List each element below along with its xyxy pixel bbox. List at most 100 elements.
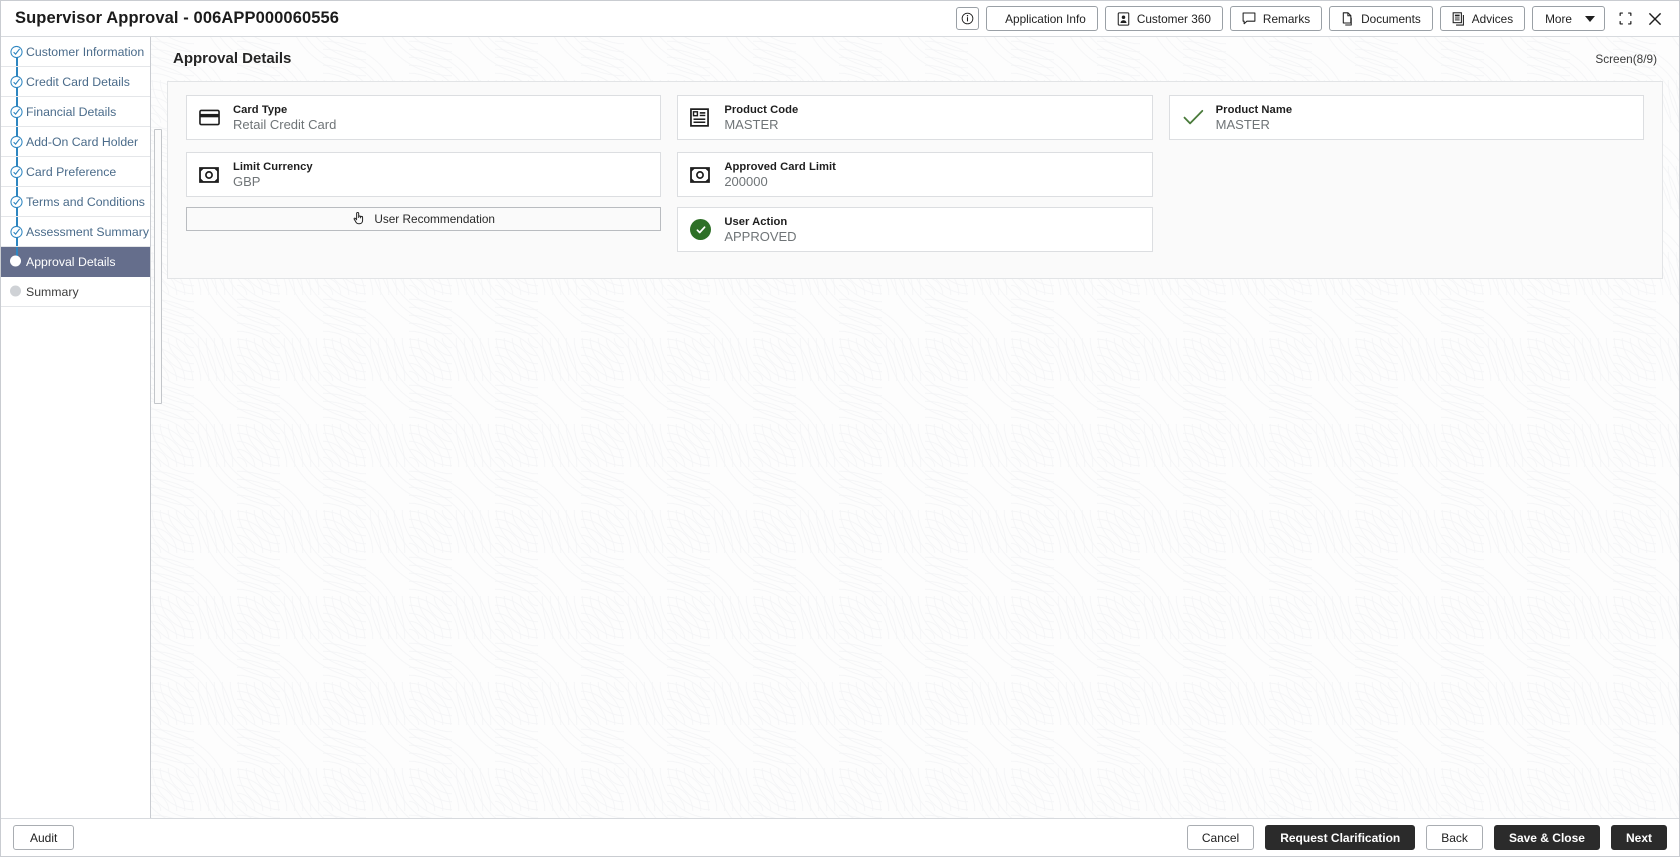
step-done-icon xyxy=(10,195,23,208)
approval-details-panel: Card Type Retail Credit Card Product Cod… xyxy=(167,81,1663,279)
sidebar-item-credit-card-details[interactable]: Credit Card Details xyxy=(1,67,150,97)
money-icon xyxy=(199,166,233,183)
request-clarification-button[interactable]: Request Clarification xyxy=(1265,825,1416,850)
product-code-field: Product Code MASTER xyxy=(677,95,1153,140)
remarks-button[interactable]: Remarks xyxy=(1229,6,1323,31)
limit-currency-field: Limit Currency GBP xyxy=(186,152,662,197)
body-container: Customer Information Credit Card Details xyxy=(1,37,1679,818)
money-icon xyxy=(690,166,724,183)
advices-icon xyxy=(1452,11,1465,26)
field-label: Approved Card Limit xyxy=(724,160,836,173)
field-value: MASTER xyxy=(1215,116,1270,132)
field-value: MASTER xyxy=(724,116,779,132)
green-check-circle-icon xyxy=(690,219,724,240)
customer-360-icon xyxy=(1117,11,1130,26)
footer-right-actions: Cancel Request Clarification Back Save &… xyxy=(1186,825,1667,850)
step-done-icon xyxy=(10,75,23,88)
content-header: Approval Details Screen(8/9) xyxy=(151,37,1679,67)
sidebar-item-assessment-summary[interactable]: Assessment Summary xyxy=(1,217,150,247)
card-type-field: Card Type Retail Credit Card xyxy=(186,95,662,140)
sidebar-item-label: Financial Details xyxy=(26,104,117,119)
sidebar-item-label: Add-On Card Holder xyxy=(26,134,139,149)
title-bar: Supervisor Approval - 006APP000060556 Ap… xyxy=(1,1,1679,37)
sidebar-item-label: Summary xyxy=(26,284,79,299)
close-icon xyxy=(1648,12,1662,25)
sidebar-item-add-on-card-holder[interactable]: Add-On Card Holder xyxy=(1,127,150,157)
documents-icon xyxy=(1341,11,1354,26)
sidebar-item-label: Card Preference xyxy=(26,164,117,179)
field-cell-empty xyxy=(1161,152,1652,207)
footer-bar: Audit Cancel Request Clarification Back … xyxy=(1,818,1679,856)
application-window: Supervisor Approval - 006APP000060556 Ap… xyxy=(0,0,1680,857)
sidebar-item-label: Credit Card Details xyxy=(26,74,130,89)
field-cell: Limit Currency GBP xyxy=(178,152,669,207)
sidebar-item-summary[interactable]: Summary xyxy=(1,277,150,307)
application-info-label: Application Info xyxy=(1005,11,1086,26)
fields-grid: Card Type Retail Credit Card Product Cod… xyxy=(178,95,1652,264)
sidebar-item-approval-details[interactable]: Approval Details xyxy=(1,247,150,277)
title-bar-actions: Application Info Customer 360 Remarks Do… xyxy=(956,6,1671,31)
more-label: More xyxy=(1545,11,1572,26)
field-cell-empty xyxy=(1161,207,1652,264)
cancel-button[interactable]: Cancel xyxy=(1186,825,1255,850)
step-done-icon xyxy=(10,165,23,178)
back-button[interactable]: Back xyxy=(1426,825,1483,850)
field-cell: Approved Card Limit 200000 xyxy=(669,152,1160,207)
field-value: GBP xyxy=(233,173,261,189)
field-cell: User Recommendation xyxy=(178,207,669,264)
check-mark-icon xyxy=(1182,108,1216,127)
sidebar-item-financial-details[interactable]: Financial Details xyxy=(1,97,150,127)
user-recommendation-button[interactable]: User Recommendation xyxy=(186,207,662,231)
documents-button[interactable]: Documents xyxy=(1329,6,1433,31)
sidebar-item-card-preference[interactable]: Card Preference xyxy=(1,157,150,187)
main-content: Approval Details Screen(8/9) Card Type R… xyxy=(151,37,1679,818)
step-active-icon xyxy=(10,255,23,268)
chevron-down-icon xyxy=(1585,15,1595,22)
sidebar-item-terms-and-conditions[interactable]: Terms and Conditions xyxy=(1,187,150,217)
scrollbar-thumb[interactable] xyxy=(154,129,162,404)
collapse-icon xyxy=(1619,12,1632,25)
sidebar-item-label: Assessment Summary xyxy=(26,224,149,239)
info-circle-icon xyxy=(961,12,974,25)
field-cell: Product Name MASTER xyxy=(1161,95,1652,152)
step-done-icon xyxy=(10,45,23,58)
remarks-label: Remarks xyxy=(1262,11,1311,26)
audit-button[interactable]: Audit xyxy=(13,825,75,850)
field-value: Retail Credit Card xyxy=(233,116,337,132)
field-label: Card Type xyxy=(233,103,288,116)
next-button[interactable]: Next xyxy=(1610,825,1667,850)
sidebar-item-customer-information[interactable]: Customer Information xyxy=(1,37,150,67)
user-action-field: User Action APPROVED xyxy=(677,207,1153,252)
approved-card-limit-field: Approved Card Limit 200000 xyxy=(677,152,1153,197)
sidebar-item-label: Approval Details xyxy=(26,254,116,269)
hand-pointer-icon xyxy=(352,211,365,228)
wizard-sidebar: Customer Information Credit Card Details xyxy=(1,37,151,818)
more-dropdown[interactable]: More xyxy=(1532,6,1605,31)
product-name-field: Product Name MASTER xyxy=(1168,95,1644,140)
content-scrollbar[interactable] xyxy=(154,129,162,404)
documents-label: Documents xyxy=(1361,11,1421,26)
remarks-icon xyxy=(1242,12,1256,25)
step-done-icon xyxy=(10,135,23,148)
customer-360-button[interactable]: Customer 360 xyxy=(1104,6,1223,31)
field-label: Product Name xyxy=(1215,103,1293,116)
info-button[interactable] xyxy=(956,7,980,30)
field-label: Product Code xyxy=(724,103,799,116)
save-and-close-button[interactable]: Save & Close xyxy=(1493,825,1600,850)
application-info-button[interactable]: Application Info xyxy=(986,6,1098,31)
customer-360-label: Customer 360 xyxy=(1136,11,1211,26)
step-done-icon xyxy=(10,225,23,238)
field-cell: Product Code MASTER xyxy=(669,95,1160,152)
step-pending-icon xyxy=(10,285,23,298)
field-value: 200000 xyxy=(724,173,768,189)
advices-label: Advices xyxy=(1471,11,1514,26)
window-controls xyxy=(1618,11,1663,27)
step-done-icon xyxy=(10,105,23,118)
collapse-button[interactable] xyxy=(1618,11,1633,26)
page-title-heading: Supervisor Approval - 006APP000060556 xyxy=(15,9,340,27)
close-button[interactable] xyxy=(1647,11,1663,27)
field-label: User Action xyxy=(724,215,788,228)
field-value: APPROVED xyxy=(724,228,797,244)
field-label: Limit Currency xyxy=(233,160,313,173)
advices-button[interactable]: Advices xyxy=(1439,6,1526,31)
